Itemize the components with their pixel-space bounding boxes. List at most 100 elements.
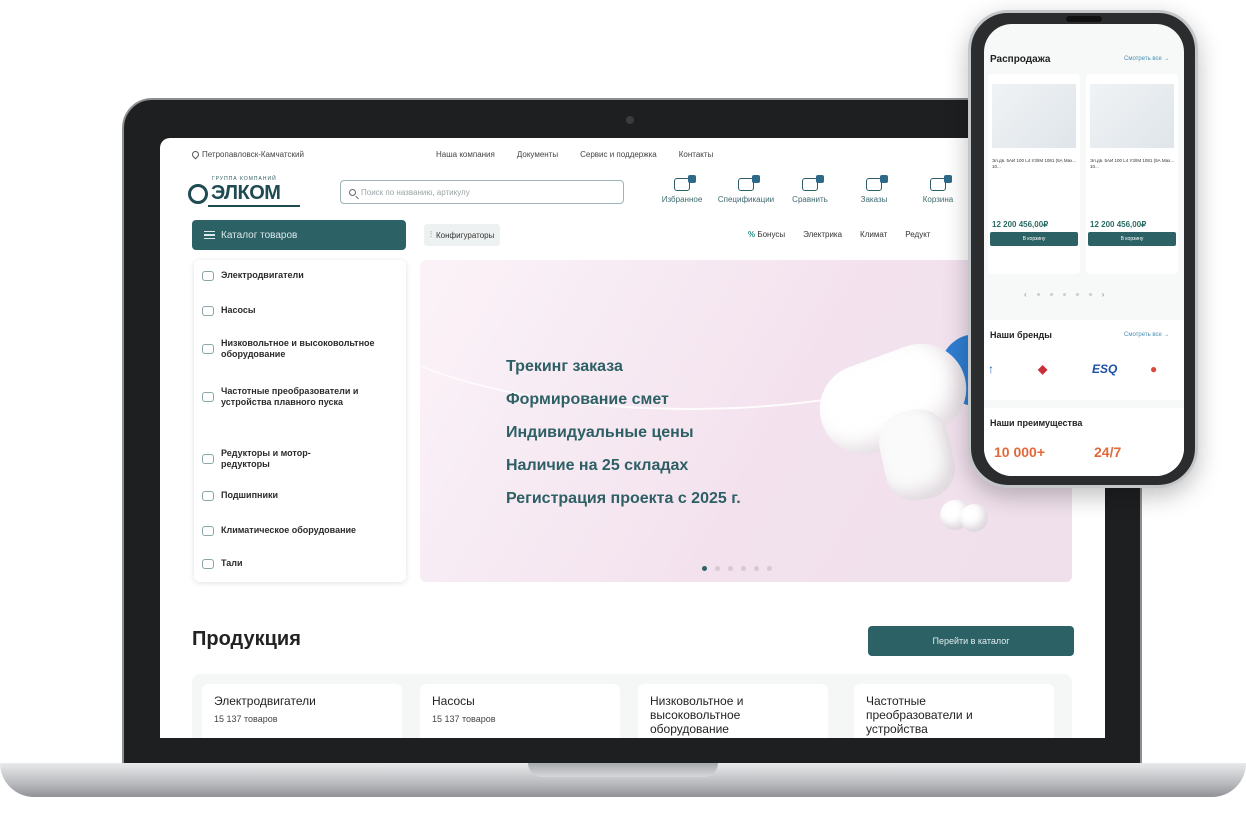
mobile-screen: Распродажа Смотреть все → Эл.дв. 5АИ 100… [984, 24, 1184, 476]
carousel-dot-active[interactable] [702, 566, 707, 571]
menu-item-label: Насосы [221, 305, 256, 315]
site-logo[interactable]: ГРУППА КОМПАНИЙ ЭЛКОМ [188, 176, 308, 210]
category-count: 15 137 товаров [432, 714, 496, 724]
category-name: Частотные преобразователи и устройства [866, 694, 973, 736]
favorites-button[interactable]: Избранное [650, 175, 714, 204]
gearbox-icon [202, 454, 214, 464]
top-link-documents[interactable]: Документы [517, 150, 558, 159]
brand-logo-esq[interactable]: ESQ [1092, 362, 1117, 376]
brand-logo-shield[interactable]: ◆ [1038, 362, 1047, 376]
category-card[interactable]: Электродвигатели 15 137 товаров [202, 684, 402, 738]
carousel-dot[interactable] [767, 566, 772, 571]
bearing-icon [202, 490, 214, 501]
sale-see-all-link[interactable]: Смотреть все → [1124, 56, 1170, 62]
catalog-side-menu: Электродвигатели Насосы Низковольтное и … [194, 260, 406, 582]
top-bar: Петропавловск-Камчатский Наша компания Д… [160, 138, 1105, 170]
product-categories: Электродвигатели 15 137 товаров Насосы 1… [192, 674, 1072, 738]
nav-bonuses-label: Бонусы [757, 230, 786, 239]
configurators-button[interactable]: ⫶ Конфигураторы [424, 224, 501, 246]
go-to-catalog-button[interactable]: Перейти в каталог [868, 626, 1074, 656]
hoist-icon [202, 558, 214, 569]
advantage-value: 24/7 [1094, 444, 1122, 460]
category-card[interactable]: Низковольтное и высоковольтное оборудова… [638, 684, 828, 738]
pump-icon [202, 305, 214, 316]
top-link-service[interactable]: Сервис и поддержка [580, 150, 657, 159]
category-card[interactable]: Частотные преобразователи и устройства [854, 684, 1054, 738]
product-image [1090, 84, 1174, 148]
hero-features: Трекинг заказа Формирование смет Индивид… [506, 356, 741, 510]
category-name: Низковольтное и высоковольтное оборудова… [650, 694, 744, 736]
white-ball-shape [960, 504, 988, 532]
sale-product-card[interactable]: Эл.дв. 5АИ 100 L4 У3/IМ 1081 (5А Мах... … [1086, 74, 1178, 274]
search-placeholder: Поиск по названию, артикулу [361, 187, 470, 197]
top-link-company[interactable]: Наша компания [436, 150, 495, 159]
nav-climate[interactable]: Климат [860, 230, 887, 239]
carousel-dot[interactable] [715, 566, 720, 571]
menu-item-frequency-converters[interactable]: Частотные преобразователи и устройства п… [202, 386, 362, 408]
nav-electrics[interactable]: Электрика [803, 230, 842, 239]
carousel-dot[interactable] [728, 566, 733, 571]
menu-item-motors[interactable]: Электродвигатели [202, 270, 304, 281]
add-to-cart-button[interactable]: В корзину [1088, 232, 1176, 246]
box-icon [866, 175, 888, 191]
menu-item-reducers[interactable]: Редукторы и мотор-редукторы [202, 448, 332, 470]
brands-heading: Наши бренды [990, 330, 1052, 340]
cart-label: Корзина [922, 195, 954, 204]
menu-item-label: Тали [221, 558, 243, 568]
orders-button[interactable]: Заказы [842, 175, 906, 204]
city-selector[interactable]: Петропавловск-Камчатский [190, 149, 304, 160]
specifications-button[interactable]: Спецификации [714, 175, 778, 204]
carousel-dot[interactable] [741, 566, 746, 571]
hero-feature: Формирование смет [506, 391, 669, 408]
prev-arrow-icon[interactable]: ‹ [1024, 290, 1027, 299]
compare-button[interactable]: Сравнить [778, 175, 842, 204]
menu-item-climate[interactable]: Климатическое оборудование [202, 525, 356, 536]
laptop-notch [528, 763, 718, 777]
top-links: Наша компания Документы Сервис и поддерж… [436, 150, 713, 159]
category-count: 15 137 товаров [214, 714, 278, 724]
search-input[interactable]: Поиск по названию, артикулу [340, 180, 624, 204]
pager-dot [1088, 293, 1092, 296]
hero-feature: Регистрация проекта с 2025 г. [506, 490, 741, 507]
brand-logo-blue[interactable]: ↑ [988, 362, 994, 376]
catalog-button[interactable]: Каталог товаров [192, 220, 406, 250]
catalog-button-label: Каталог товаров [221, 229, 298, 241]
carousel-dots [702, 566, 772, 571]
category-card[interactable]: Насосы 15 137 товаров [420, 684, 620, 738]
menu-item-voltage-equipment[interactable]: Низковольтное и высоковольтное оборудова… [202, 338, 392, 360]
configurators-label: Конфигураторы [436, 230, 495, 240]
percent-icon: % [748, 230, 756, 239]
nav-reducers[interactable]: Редукт [905, 230, 930, 239]
menu-item-pumps[interactable]: Насосы [202, 305, 256, 316]
phone-speaker [1066, 16, 1102, 22]
product-title: Эл.дв. 5АИ 100 L4 У3/IМ 1081 (5А Мах... … [1090, 158, 1175, 169]
next-arrow-icon[interactable]: › [1102, 290, 1105, 299]
add-to-cart-button[interactable]: В корзину [990, 232, 1078, 246]
header-icons: Избранное Спецификации Сравнить Заказы К… [650, 175, 970, 204]
pager-dot [1062, 293, 1066, 296]
search-icon [349, 188, 356, 196]
menu-item-label: Редукторы и мотор-редукторы [221, 448, 311, 469]
brands-see-all-link[interactable]: Смотреть все → [1124, 332, 1170, 338]
advantages-heading: Наши преимущества [990, 418, 1083, 428]
nav-bonuses[interactable]: % Бонусы [748, 230, 785, 239]
top-link-contacts[interactable]: Контакты [679, 150, 714, 159]
menu-item-bearings[interactable]: Подшипники [202, 490, 278, 501]
menu-item-hoists[interactable]: Тали [202, 558, 243, 569]
cart-button[interactable]: Корзина [906, 175, 970, 204]
device-mockup: Петропавловск-Камчатский Наша компания Д… [0, 0, 1246, 814]
sliders-icon: ⫶ [430, 230, 432, 239]
menu-item-label: Подшипники [221, 490, 279, 500]
carousel-dot[interactable] [754, 566, 759, 571]
brand-logo-red[interactable]: ● [1150, 362, 1157, 376]
product-price: 12 200 456,00₽ [1090, 220, 1147, 229]
desktop-screen: Петропавловск-Камчатский Наша компания Д… [160, 138, 1105, 738]
city-label: Петропавловск-Камчатский [202, 150, 304, 159]
menu-icon [204, 231, 215, 239]
menu-item-label: Низковольтное и высоковольтное оборудова… [221, 338, 375, 359]
bar-chart-icon [802, 175, 824, 191]
switchgear-icon [202, 344, 214, 354]
specifications-label: Спецификации [717, 195, 775, 204]
compare-label: Сравнить [792, 195, 828, 204]
sale-product-card[interactable]: Эл.дв. 5АИ 100 L4 У3/IМ 1081 (5А Мах... … [988, 74, 1080, 274]
